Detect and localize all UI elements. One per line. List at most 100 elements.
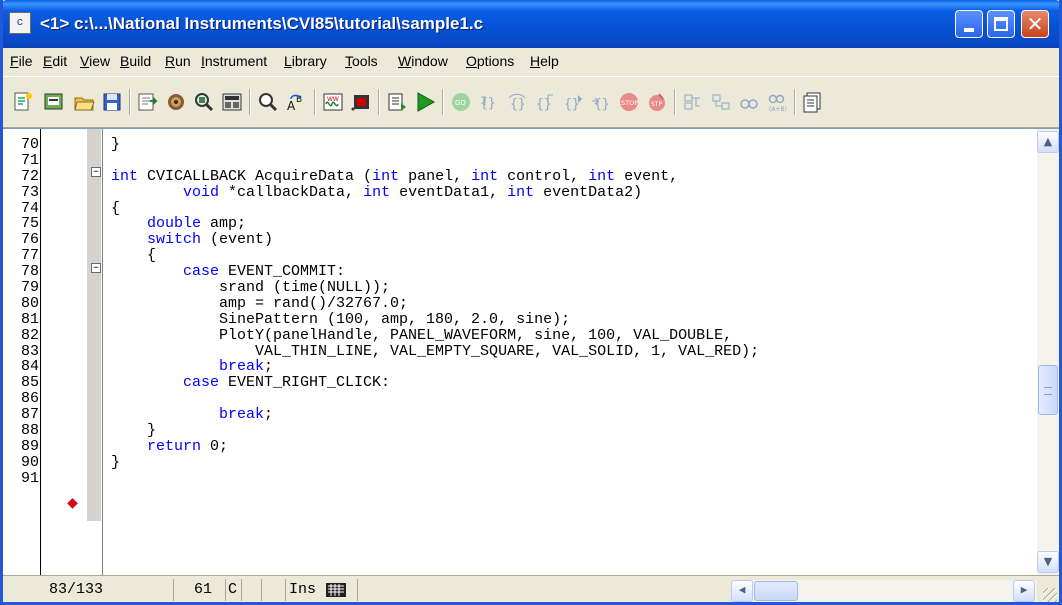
continue-button[interactable]: {} [562, 91, 584, 113]
grip-icon [1044, 387, 1052, 395]
menu-options[interactable]: Options [466, 53, 514, 69]
code-text: { [111, 199, 121, 217]
code-keyword: int [471, 167, 499, 185]
horizontal-scrollbar[interactable]: ◀ ▶ [731, 580, 1037, 602]
code-line[interactable]: break; [111, 359, 1011, 375]
code-line[interactable]: } [111, 423, 1011, 439]
line-number: 89 [20, 437, 39, 455]
scroll-thumb[interactable] [1038, 365, 1058, 415]
menu-build[interactable]: Build [120, 53, 151, 69]
menu-help[interactable]: Help [530, 53, 559, 69]
horizontal-scroll-thumb[interactable] [754, 581, 798, 601]
finish-function-icon: {} [592, 97, 610, 112]
menu-instrument[interactable]: Instrument [201, 53, 267, 69]
code-line[interactable]: case EVENT_COMMIT: [111, 264, 1011, 280]
stop-button[interactable]: STOP [618, 91, 640, 113]
line-numbers: 70 71 72 73 74 75 76 77 78 79 80 81 82 83 84 85 86 87 88 89… [3, 137, 39, 487]
step-out-button[interactable]: {} [534, 91, 556, 113]
code-line[interactable]: SinePattern (100, amp, 180, 2.0, sine); [111, 311, 1011, 328]
line-number: 79 [20, 279, 39, 297]
code-line[interactable]: void *callbackData, int eventData1, int … [111, 183, 1011, 201]
resize-grip-icon[interactable] [1043, 588, 1057, 602]
maximize-button[interactable] [987, 10, 1015, 38]
menu-edit[interactable]: Edit [43, 53, 67, 69]
variables-button[interactable] [802, 91, 824, 113]
watch-button[interactable] [738, 91, 760, 113]
code-line[interactable]: case EVENT_RIGHT_CLICK: [111, 375, 1011, 391]
build-button[interactable] [386, 91, 408, 113]
go-button[interactable]: GO [450, 91, 472, 113]
svg-text:GO: GO [455, 99, 466, 107]
user-interface-button[interactable]: WW [322, 91, 344, 113]
menu-tools[interactable]: Tools [345, 53, 378, 69]
user-interface-icon: WW [323, 93, 343, 111]
insert-mode[interactable]: Ins [285, 579, 325, 601]
title-bar[interactable]: c <1> c:\...\National Instruments\CVI85\… [3, 0, 1059, 48]
status-empty-cell [241, 579, 261, 601]
fold-toggle-icon[interactable]: − [91, 263, 101, 273]
set-target-button[interactable] [165, 91, 187, 113]
find-button[interactable] [257, 91, 279, 113]
code-line[interactable] [111, 153, 1011, 169]
code-line[interactable] [111, 391, 1011, 407]
toolbar: AB WW GO {} {} {} {} {} STOP STP (A+B) [3, 76, 1059, 128]
menu-view[interactable]: View [80, 53, 110, 69]
code-line[interactable]: return 0; [111, 438, 1011, 455]
code-line[interactable]: { [111, 248, 1011, 264]
evaluate-button[interactable]: (A+B) [766, 91, 788, 113]
toggle-breakpoint-button[interactable] [682, 91, 704, 113]
source-editor[interactable]: 70 71 72 73 74 75 76 77 78 79 80 81 82 83 84 85 86 87 88 89… [3, 128, 1059, 575]
include-button[interactable] [137, 91, 159, 113]
variables-icon [803, 92, 821, 113]
run-button[interactable] [414, 91, 436, 113]
new-source-button[interactable] [12, 91, 34, 113]
code-text: } [111, 136, 121, 153]
scroll-up-button[interactable]: ▲ [1037, 131, 1059, 153]
stop-debug-button[interactable]: STP [646, 91, 668, 113]
scroll-down-button[interactable]: ▼ [1037, 551, 1059, 573]
code-line[interactable]: double amp; [111, 216, 1011, 232]
code-keyword: int [363, 183, 391, 201]
code-line[interactable]: PlotY(panelHandle, PANEL_WAVEFORM, sine,… [111, 327, 1011, 344]
scroll-right-button[interactable]: ▶ [1013, 580, 1035, 602]
code-text: ; [264, 358, 274, 376]
code-line[interactable]: } [111, 137, 1011, 153]
minimize-button[interactable] [955, 10, 983, 38]
menu-run[interactable]: Run [165, 53, 191, 69]
step-over-button[interactable]: {} [506, 91, 528, 113]
code-line[interactable]: int CVICALLBACK AcquireData (int panel, … [111, 167, 1011, 185]
menu-library[interactable]: Library [284, 53, 327, 69]
code-area[interactable]: } int CVICALLBACK AcquireData (int panel,… [111, 137, 1011, 487]
save-icon [103, 93, 121, 111]
app-icon[interactable]: c [9, 12, 31, 34]
replace-button[interactable]: AB [286, 91, 308, 113]
finish-function-button[interactable]: {} [590, 91, 612, 113]
menu-window[interactable]: Window [398, 53, 448, 69]
code-line[interactable]: amp = rand()/32767.0; [111, 295, 1011, 312]
close-button[interactable]: ✕ [1021, 10, 1049, 38]
code-line[interactable] [111, 471, 1011, 487]
step-into-button[interactable]: {} [478, 91, 500, 113]
fold-margin[interactable] [87, 129, 101, 521]
save-button[interactable] [101, 91, 123, 113]
code-line[interactable]: { [111, 199, 1011, 217]
code-line[interactable]: break; [111, 407, 1011, 423]
open-panel-button[interactable] [43, 91, 65, 113]
code-line[interactable]: switch (event) [111, 232, 1011, 248]
code-line[interactable]: } [111, 454, 1011, 471]
code-line[interactable]: VAL_THIN_LINE, VAL_EMPTY_SQUARE, VAL_SOL… [111, 343, 1011, 360]
function-panel-button[interactable] [221, 91, 243, 113]
menu-file[interactable]: File [10, 53, 33, 69]
panel-button[interactable] [350, 91, 372, 113]
line-number: 88 [20, 422, 39, 440]
clear-breakpoint-button[interactable] [710, 91, 732, 113]
scroll-left-button[interactable]: ◀ [731, 580, 753, 602]
code-text: event, [615, 167, 679, 185]
find-function-button[interactable] [193, 91, 215, 113]
breakpoint-icon[interactable]: ◆ [67, 496, 78, 510]
open-file-button[interactable] [73, 91, 95, 113]
code-line[interactable]: srand (time(NULL)); [111, 280, 1011, 296]
vertical-scrollbar[interactable]: ▲ ▼ [1037, 129, 1059, 575]
fold-toggle-icon[interactable]: − [91, 167, 101, 177]
